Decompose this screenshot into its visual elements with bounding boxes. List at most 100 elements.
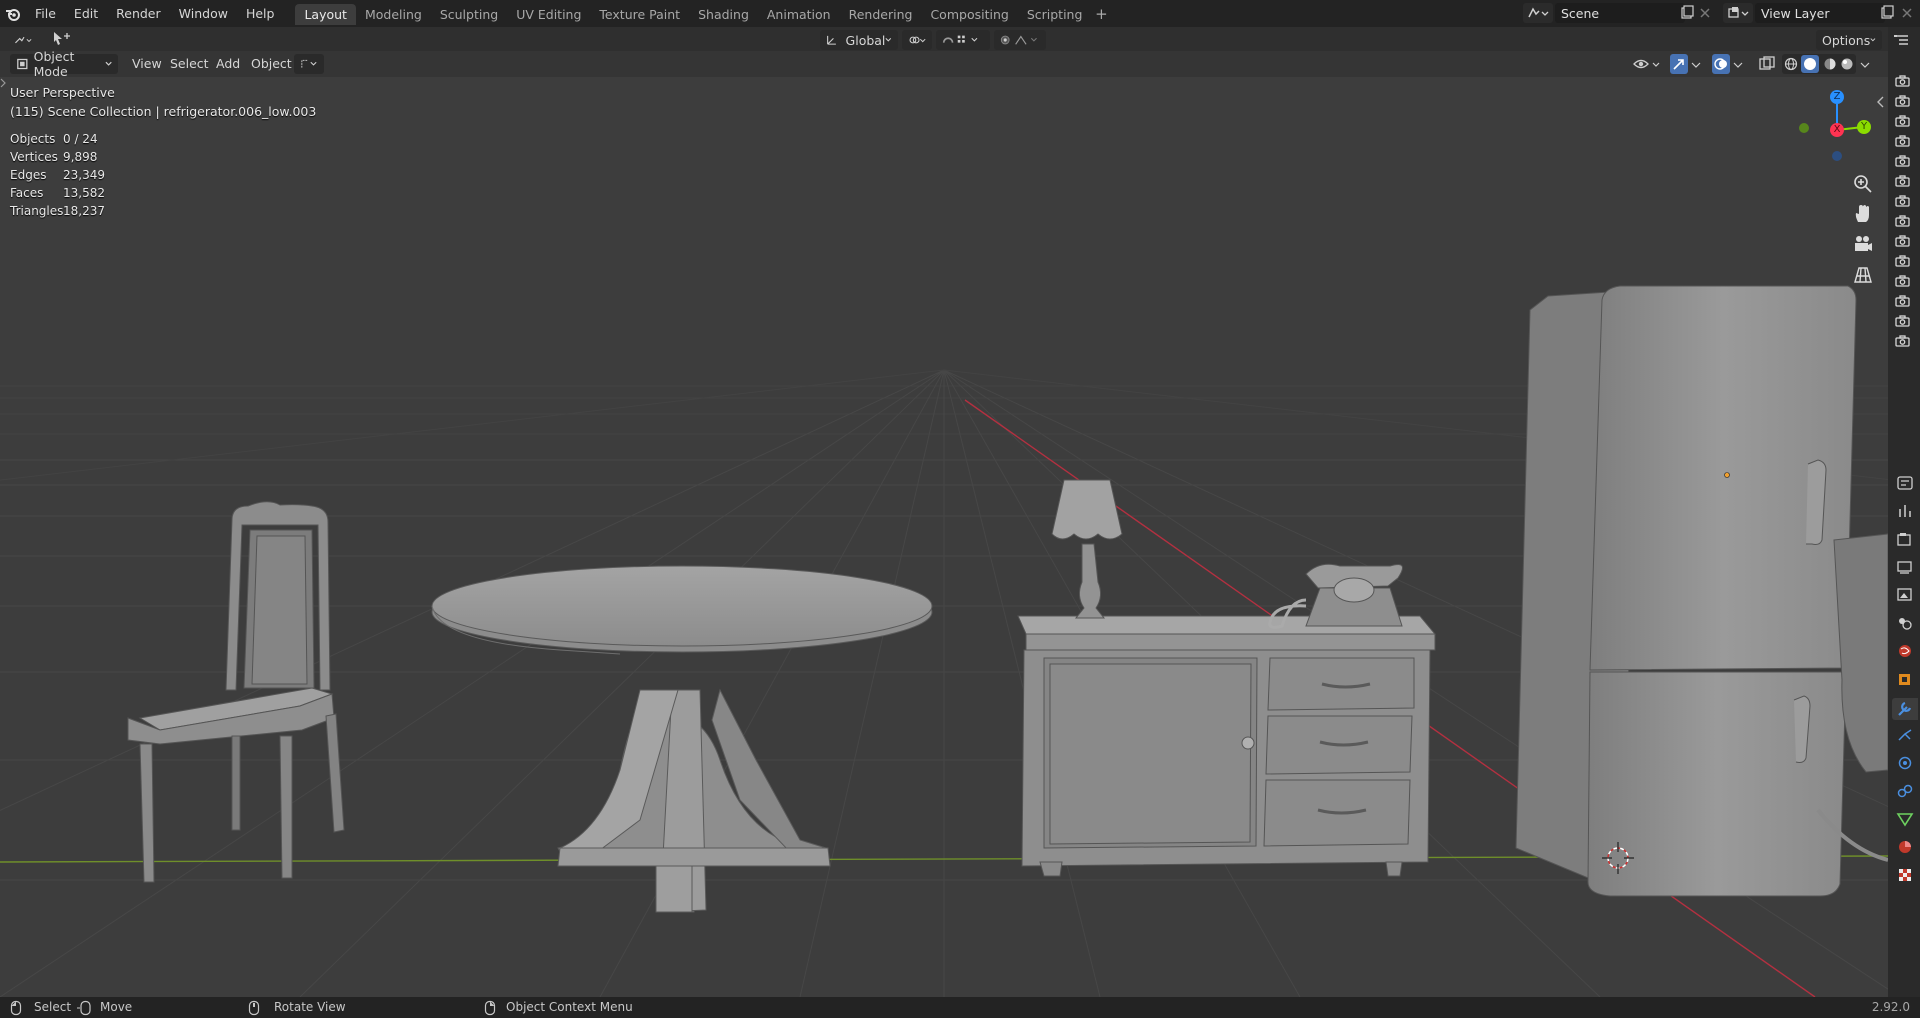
- chevron-down-icon: [1870, 38, 1876, 42]
- viewport-menu-object[interactable]: Object: [251, 51, 292, 77]
- overlays-toggle-icon[interactable]: [1712, 54, 1730, 74]
- scene-tab-icon[interactable]: [1896, 615, 1914, 631]
- scene-browse-button[interactable]: [1523, 3, 1553, 23]
- version-label: 2.92.0: [1871, 1000, 1910, 1014]
- tab-texture-paint[interactable]: Texture Paint: [590, 4, 689, 25]
- editor-type-icon: [15, 36, 32, 44]
- view-layer-tab-icon[interactable]: [1896, 587, 1914, 603]
- refrigerator-object[interactable]: [1515, 285, 1888, 897]
- menu-window[interactable]: Window: [170, 0, 237, 27]
- ortho-toggle-icon[interactable]: [1851, 263, 1875, 287]
- render-tab-icon[interactable]: [1896, 531, 1914, 547]
- tab-modeling[interactable]: Modeling: [356, 4, 431, 25]
- mouse-left-icon: [10, 1000, 22, 1015]
- gizmo-dropdown-icon[interactable]: [1689, 55, 1703, 73]
- tab-shading[interactable]: Shading: [689, 4, 758, 25]
- object-mode-icon: [17, 58, 28, 70]
- new-view-layer-icon[interactable]: [1879, 5, 1895, 21]
- overlays-dropdown-icon[interactable]: [1731, 55, 1745, 73]
- workspace-tabs: Layout Modeling Sculpting UV Editing Tex…: [295, 3, 1111, 25]
- table-lamp-object[interactable]: [1051, 479, 1123, 619]
- viewport-menu-add[interactable]: Add: [216, 51, 240, 77]
- select-box-icon: [301, 59, 317, 68]
- mode-select[interactable]: Object Mode: [10, 49, 118, 79]
- menu-file[interactable]: File: [26, 0, 65, 27]
- toolbar-toggle-icon[interactable]: [0, 77, 6, 89]
- status-bar: Select Move Rotate View Object Context M…: [0, 997, 1920, 1018]
- view-layer-icon: [1728, 7, 1749, 18]
- physics-tab-icon[interactable]: [1896, 755, 1914, 771]
- tab-scripting[interactable]: Scripting: [1018, 4, 1092, 25]
- rendered-shading-icon[interactable]: [1840, 57, 1854, 71]
- wireframe-shading-icon[interactable]: [1784, 57, 1798, 71]
- proportional-edit-icon: [1000, 35, 1037, 45]
- scene-name-field[interactable]: Scene: [1555, 3, 1685, 23]
- viewport-scene: [0, 285, 1888, 997]
- tab-animation[interactable]: Animation: [758, 4, 840, 25]
- pivot-point-select[interactable]: [902, 30, 932, 50]
- camera-view-icon[interactable]: [1851, 232, 1875, 256]
- transform-tool-icon[interactable]: [52, 30, 72, 48]
- stat-value-faces: 13,582: [63, 186, 105, 200]
- shading-dropdown-icon[interactable]: [1858, 55, 1872, 73]
- sidebar-toggle-icon[interactable]: [1876, 95, 1886, 109]
- render-toggle-camera-icons[interactable]: [1888, 70, 1920, 350]
- transform-orientation-select[interactable]: Global: [820, 30, 898, 50]
- outliner-editor-icon[interactable]: [1894, 33, 1914, 49]
- chair-object[interactable]: [127, 501, 345, 883]
- output-tab-icon[interactable]: [1896, 559, 1914, 575]
- menu-help[interactable]: Help: [237, 0, 284, 27]
- delete-view-layer-icon[interactable]: [1899, 5, 1915, 21]
- xray-toggle-icon[interactable]: [1758, 55, 1776, 73]
- active-tool-tab-icon[interactable]: [1896, 503, 1914, 519]
- snap-magnet-icon: [942, 35, 978, 43]
- new-scene-icon[interactable]: [1679, 5, 1695, 21]
- material-preview-shading-icon[interactable]: [1823, 57, 1837, 71]
- add-workspace-button[interactable]: +: [1091, 4, 1111, 25]
- snap-settings[interactable]: [936, 30, 990, 50]
- modifier-tab-icon[interactable]: [1892, 698, 1918, 720]
- viewport-menu-select[interactable]: Select: [170, 51, 209, 77]
- view-layer-name-field[interactable]: View Layer: [1755, 3, 1885, 23]
- tab-layout[interactable]: Layout: [295, 3, 356, 25]
- tab-rendering[interactable]: Rendering: [840, 4, 922, 25]
- gizmo-z-axis[interactable]: Z: [1830, 90, 1844, 104]
- stat-value-objects: 0 / 24: [63, 132, 98, 146]
- blender-logo-icon[interactable]: [0, 1, 26, 27]
- constraints-tab-icon[interactable]: [1896, 783, 1914, 799]
- mouse-middle-icon: [248, 1000, 260, 1015]
- status-select-hint: Select: [10, 997, 71, 1018]
- chevron-down-icon: [885, 37, 892, 42]
- object-tab-icon[interactable]: [1896, 671, 1914, 687]
- editor-type-button[interactable]: [8, 30, 40, 50]
- collection-info-label: (115) Scene Collection | refrigerator.00…: [10, 104, 317, 119]
- sideboard-object[interactable]: [1017, 615, 1437, 877]
- selection-mode-dropdown[interactable]: [294, 54, 324, 74]
- material-tab-icon[interactable]: [1896, 839, 1914, 855]
- tool-tab-icon[interactable]: [1896, 475, 1914, 491]
- world-tab-icon[interactable]: [1896, 643, 1914, 659]
- stat-label-vertices: Vertices: [10, 150, 58, 164]
- pan-view-icon[interactable]: [1851, 202, 1875, 226]
- tab-uv-editing[interactable]: UV Editing: [507, 4, 590, 25]
- object-data-tab-icon[interactable]: [1896, 811, 1914, 827]
- delete-scene-icon[interactable]: [1697, 5, 1713, 21]
- tab-compositing[interactable]: Compositing: [921, 4, 1017, 25]
- options-dropdown[interactable]: Options: [1816, 30, 1882, 50]
- menu-render[interactable]: Render: [107, 0, 170, 27]
- particles-tab-icon[interactable]: [1896, 727, 1914, 743]
- solid-shading-icon[interactable]: [1801, 55, 1820, 73]
- navigation-gizmo[interactable]: Z Y X: [1792, 86, 1872, 166]
- view-layer-browse-button[interactable]: [1723, 3, 1753, 23]
- proportional-editing[interactable]: [994, 30, 1046, 50]
- gizmo-x-axis[interactable]: X: [1830, 123, 1844, 137]
- texture-tab-icon[interactable]: [1896, 867, 1914, 883]
- zoom-view-icon[interactable]: [1851, 172, 1875, 196]
- viewport-menu-view[interactable]: View: [132, 51, 162, 77]
- tab-sculpting[interactable]: Sculpting: [431, 4, 507, 25]
- 3d-viewport[interactable]: User Perspective (115) Scene Collection …: [0, 77, 1888, 997]
- gizmo-toggle-icon[interactable]: [1670, 54, 1688, 74]
- menu-edit[interactable]: Edit: [65, 0, 107, 27]
- gizmo-y-axis[interactable]: Y: [1857, 120, 1871, 134]
- visibility-select-icon[interactable]: [1632, 55, 1662, 73]
